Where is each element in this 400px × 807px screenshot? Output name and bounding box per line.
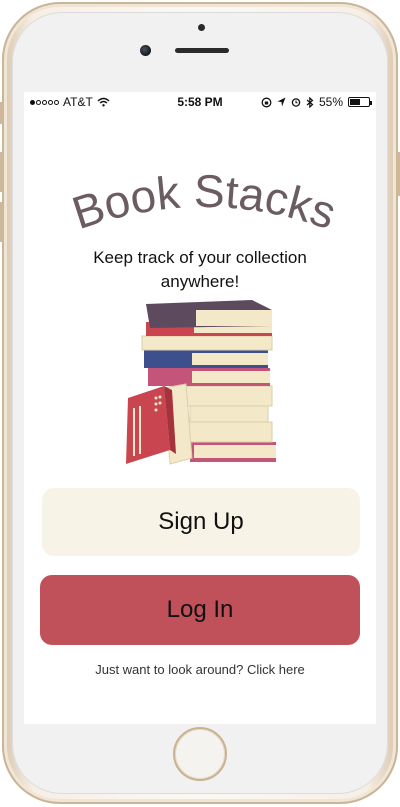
tagline: Keep track of your collection anywhere! xyxy=(93,248,307,291)
battery-icon xyxy=(348,97,372,107)
status-right: 55% xyxy=(261,95,372,109)
svg-text:Book Stacks: Book Stacks xyxy=(66,165,343,239)
sign-up-button[interactable]: Sign Up xyxy=(42,488,360,556)
battery-percent: 55% xyxy=(318,95,343,109)
volume-up-button xyxy=(0,152,3,192)
book-stack-illustration xyxy=(126,300,276,465)
rotation-lock-icon xyxy=(261,97,272,107)
log-in-button[interactable]: Log In xyxy=(40,575,360,645)
location-icon xyxy=(277,97,286,107)
earpiece-speaker xyxy=(175,48,229,53)
front-camera-icon xyxy=(140,45,151,56)
status-bar: AT&T 5:58 PM 55% xyxy=(24,92,376,112)
app-title-text: Book Stacks xyxy=(66,165,343,239)
browse-as-guest-link[interactable]: Just want to look around? Click here xyxy=(24,662,376,677)
home-button[interactable] xyxy=(173,727,227,781)
app-title: Book Stacks xyxy=(66,165,343,239)
app-screen: AT&T 5:58 PM 55% Book Stacks Keep track … xyxy=(24,92,376,724)
mute-switch xyxy=(0,102,3,124)
bluetooth-icon xyxy=(306,96,314,108)
volume-down-button xyxy=(0,202,3,242)
proximity-sensor xyxy=(198,24,205,31)
alarm-icon xyxy=(291,98,301,107)
